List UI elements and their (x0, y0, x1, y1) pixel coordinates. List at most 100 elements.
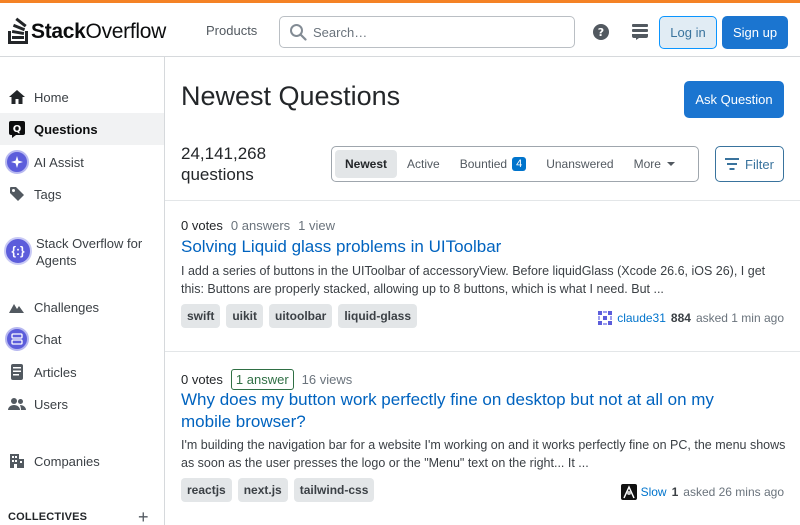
author-reputation: 1 (671, 485, 679, 499)
question-author: claude31 884 asked 1 min ago (597, 310, 784, 326)
tab-label: Newest (345, 157, 388, 171)
questions-icon: Q (8, 120, 26, 138)
vote-count: 0 votes (181, 372, 223, 387)
search-box[interactable] (279, 16, 575, 48)
sidebar-item-articles[interactable]: Articles (0, 356, 164, 388)
ai-assist-icon (4, 149, 30, 175)
search-icon (290, 24, 307, 41)
tag-link[interactable]: swift (181, 304, 221, 328)
question-stats: 0 votes 0 answers 1 view (181, 218, 343, 233)
tab-unanswered[interactable]: Unanswered (536, 150, 623, 178)
sidebar-item-label: Stack Overflow for Agents (36, 236, 143, 268)
tab-label: Active (407, 157, 440, 171)
tab-bountied[interactable]: Bountied 4 (450, 150, 537, 178)
logo-text-light: Overflow (85, 20, 167, 43)
avatar[interactable] (597, 310, 614, 326)
view-count: 16 views (301, 372, 353, 387)
sidebar-item-home[interactable]: Home (0, 81, 164, 113)
logo-icon (8, 17, 28, 45)
answer-count: 1 answer (230, 369, 294, 390)
asked-time: asked 1 min ago (695, 311, 784, 325)
tag-link[interactable]: reactjs (181, 478, 232, 502)
signup-button[interactable]: Sign up (722, 16, 788, 49)
tab-more[interactable]: More (624, 150, 685, 178)
chat-icon (4, 326, 30, 352)
bounty-count-badge: 4 (512, 157, 527, 171)
sidebar-item-label: Companies (34, 453, 100, 469)
inbox-icon[interactable] (631, 22, 649, 40)
sidebar-item-companies[interactable]: Companies (0, 445, 164, 477)
tab-label: More (633, 157, 661, 171)
main-content: Newest Questions Ask Question 24,141,268… (165, 57, 800, 525)
sidebar-item-label: Users (34, 396, 68, 412)
sidebar-item-label: Challenges (34, 299, 100, 315)
sidebar-item-label: Chat (34, 331, 62, 347)
author-name-link[interactable]: Slow (641, 485, 667, 499)
question-title-link[interactable]: Why does my button work perfectly fine o… (181, 389, 741, 433)
tag-link[interactable]: tailwind-css (293, 478, 375, 502)
question-count-number: 24,141,268 (181, 144, 267, 163)
sidebar-item-challenges[interactable]: Challenges (0, 291, 164, 323)
svg-text:Q: Q (13, 124, 22, 135)
logo-text-bold: Stack (31, 20, 86, 43)
sidebar-item-tags[interactable]: Tags (0, 178, 164, 210)
question-excerpt: I'm building the navigation bar for a we… (181, 438, 786, 470)
answer-count: 0 answers (230, 218, 291, 233)
page-title: Newest Questions (181, 81, 401, 111)
sidebar-item-label: Tags (34, 186, 62, 202)
tab-active[interactable]: Active (397, 150, 450, 178)
question-tags: swift uikit uitoolbar liquid-glass (181, 304, 423, 328)
tag-icon (8, 185, 26, 203)
question-summary: 0 votes 0 answers 1 view Solving Liquid … (165, 200, 800, 351)
add-icon[interactable]: + (138, 507, 149, 525)
filter-label: Filter (745, 156, 774, 172)
question-title-link[interactable]: Solving Liquid glass problems in UIToolb… (181, 236, 781, 258)
collectives-heading: COLLECTIVES (8, 511, 88, 523)
question-tags: reactjs next.js tailwind-css (181, 478, 380, 502)
question-excerpt: I add a series of buttons in the UIToolb… (181, 264, 766, 296)
filter-button[interactable]: Filter (715, 146, 784, 182)
ask-question-button[interactable]: Ask Question (684, 81, 784, 118)
home-icon (8, 88, 26, 106)
question-count: 24,141,268 questions (181, 143, 266, 185)
tag-link[interactable]: uikit (226, 304, 264, 328)
tag-link[interactable]: liquid-glass (338, 304, 418, 328)
view-count: 1 view (298, 218, 336, 233)
tab-label: Unanswered (546, 157, 614, 171)
tab-newest[interactable]: Newest (335, 150, 398, 178)
help-icon[interactable]: ? (592, 23, 610, 41)
articles-icon (8, 363, 26, 381)
filter-icon (725, 158, 740, 170)
question-summary: 0 votes 1 answer 16 views Why does my bu… (165, 351, 800, 525)
sidebar-item-ai-assist[interactable]: AI Assist (0, 146, 164, 178)
products-menu[interactable]: Products (206, 23, 257, 38)
sidebar-item-questions[interactable]: Q Questions (0, 113, 164, 145)
question-stats: 0 votes 1 answer 16 views (181, 369, 360, 390)
tag-link[interactable]: uitoolbar (269, 304, 333, 328)
question-count-label: questions (181, 165, 254, 184)
stack-overflow-logo[interactable]: StackOverflow (8, 17, 166, 47)
tab-label: Bountied (459, 157, 508, 171)
users-icon (8, 395, 26, 413)
search-input[interactable] (313, 23, 563, 41)
agents-icon: {:} (4, 237, 32, 265)
sidebar-item-label: Questions (34, 121, 98, 137)
sidebar-item-label: Articles (34, 364, 77, 380)
tag-link[interactable]: next.js (237, 478, 288, 502)
author-reputation: 884 (670, 311, 691, 325)
asked-time: asked 26 mins ago (683, 485, 784, 499)
avatar[interactable] (620, 484, 637, 500)
sidebar-item-agents[interactable]: {:} Stack Overflow for Agents (0, 233, 164, 271)
sidebar-item-label: AI Assist (34, 154, 84, 170)
companies-icon (8, 452, 26, 470)
question-author: Slow 1 asked 26 mins ago (620, 484, 784, 500)
svg-text:?: ? (598, 26, 604, 39)
login-button[interactable]: Log in (659, 16, 717, 49)
challenges-icon (8, 298, 26, 316)
chevron-down-icon (666, 162, 675, 166)
author-name-link[interactable]: claude31 (617, 311, 666, 325)
left-sidebar: Home Q Questions AI Assist Tags {:} Stac… (0, 57, 165, 525)
sidebar-item-chat[interactable]: Chat (0, 323, 164, 355)
sidebar-item-label: Home (34, 89, 69, 105)
sidebar-item-users[interactable]: Users (0, 388, 164, 420)
